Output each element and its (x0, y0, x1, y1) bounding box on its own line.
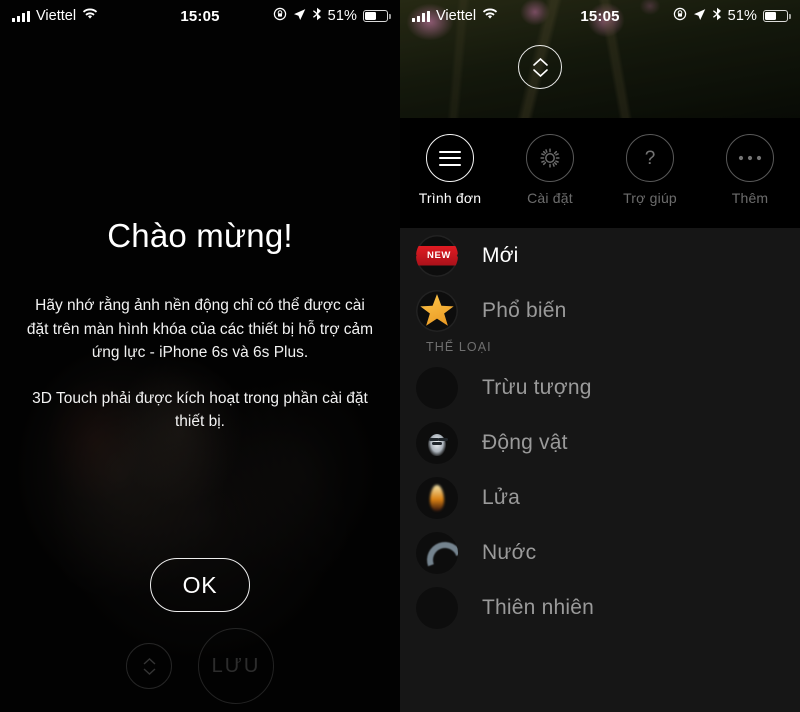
expand-toggle-button-left[interactable] (126, 643, 172, 689)
welcome-paragraph-1: Hãy nhớ rằng ảnh nền động chỉ có thể đượ… (26, 297, 374, 362)
welcome-dialog: Chào mừng! Hãy nhớ rằng ảnh nền động chỉ… (0, 217, 400, 434)
battery-icon (363, 10, 391, 22)
list-item-label: Thiên nhiên (482, 595, 594, 619)
rotation-lock-icon (273, 7, 287, 25)
list-item-animals[interactable]: Động vật (400, 415, 800, 470)
ellipsis-icon (726, 134, 774, 182)
carrier-label: Viettel (36, 8, 77, 24)
list-item-abstract[interactable]: Trừu tượng (400, 360, 800, 415)
new-badge-label: NEW (416, 245, 458, 266)
welcome-title: Chào mừng! (107, 217, 293, 254)
list-item-fire[interactable]: Lửa (400, 470, 800, 525)
list-item-nature[interactable]: Thiên nhiên (400, 580, 800, 635)
list-item-popular[interactable]: Phổ biến (400, 283, 800, 338)
save-button-label: LƯU (211, 654, 261, 677)
tab-settings[interactable]: Cài đặt (506, 134, 594, 206)
left-screen: Viettel 15:05 51% Chào mừng! Hãy nhớ rằn… (0, 0, 400, 712)
gear-icon (526, 134, 574, 182)
battery-icon (763, 10, 791, 22)
list-item-label: Động vật (482, 430, 568, 454)
question-mark-icon: ? (626, 134, 674, 182)
list-item-label: Phổ biến (482, 298, 567, 322)
carrier-label: Viettel (436, 8, 477, 24)
ok-button[interactable]: OK (150, 558, 250, 612)
left-bottom-controls: LƯU (0, 628, 400, 704)
signal-bars-icon (12, 10, 30, 22)
tab-help[interactable]: ? Trợ giúp (606, 134, 694, 206)
clock-label: 15:05 (580, 7, 620, 25)
status-bar-right: Viettel 15:05 51% (400, 0, 800, 32)
list-item-new[interactable]: NEW Mới (400, 228, 800, 283)
new-ribbon-badge-icon: NEW (416, 234, 458, 277)
bluetooth-icon (712, 7, 722, 25)
wifi-icon (82, 8, 98, 24)
expand-toggle-button-right[interactable] (518, 45, 562, 89)
battery-percent-label: 51% (327, 8, 357, 24)
star-icon (416, 289, 458, 332)
wifi-icon (482, 8, 498, 24)
chevron-up-down-icon (532, 57, 548, 77)
list-item-water[interactable]: Nước (400, 525, 800, 580)
tab-menu-label: Trình đơn (418, 190, 482, 206)
bluetooth-icon (312, 7, 322, 25)
location-arrow-icon (693, 8, 706, 25)
dual-screenshot-container: Viettel 15:05 51% Chào mừng! Hãy nhớ rằn… (0, 0, 800, 712)
category-list[interactable]: NEW Mới Phổ biến THỂ LOẠI Trừu tượng Độn… (400, 228, 800, 712)
clock-label: 15:05 (180, 7, 220, 25)
foliage-icon (416, 586, 458, 629)
list-item-label: Mới (482, 243, 519, 267)
tab-more[interactable]: Thêm (706, 134, 794, 206)
location-arrow-icon (293, 8, 306, 25)
tiger-face-icon (416, 421, 458, 464)
signal-bars-icon (412, 10, 430, 22)
right-screen: Viettel 15:05 51% Trình đơn Cài đặt ? Tr… (400, 0, 800, 712)
tab-help-label: Trợ giúp (623, 190, 677, 206)
tab-settings-label: Cài đặt (527, 190, 573, 206)
bottom-toolbar: Trình đơn Cài đặt ? Trợ giúp Thêm (400, 118, 800, 228)
abstract-swirl-icon (416, 366, 458, 409)
flame-icon (416, 476, 458, 519)
save-button[interactable]: LƯU (198, 628, 274, 704)
tab-more-label: Thêm (731, 190, 769, 206)
svg-text:?: ? (645, 148, 656, 169)
ok-button-label: OK (182, 571, 218, 598)
battery-percent-label: 51% (727, 8, 757, 24)
list-item-label: Trừu tượng (482, 375, 592, 399)
water-wave-icon (416, 531, 458, 574)
section-header-categories: THỂ LOẠI (426, 340, 492, 354)
hamburger-menu-icon (426, 134, 474, 182)
chevron-up-down-icon (143, 657, 156, 675)
tab-menu[interactable]: Trình đơn (406, 134, 494, 206)
status-bar-left: Viettel 15:05 51% (0, 0, 400, 32)
list-item-label: Nước (482, 540, 537, 564)
welcome-paragraph-2: 3D Touch phải được kích hoạt trong phần … (32, 389, 368, 431)
rotation-lock-icon (673, 7, 687, 25)
list-item-label: Lửa (482, 485, 521, 509)
